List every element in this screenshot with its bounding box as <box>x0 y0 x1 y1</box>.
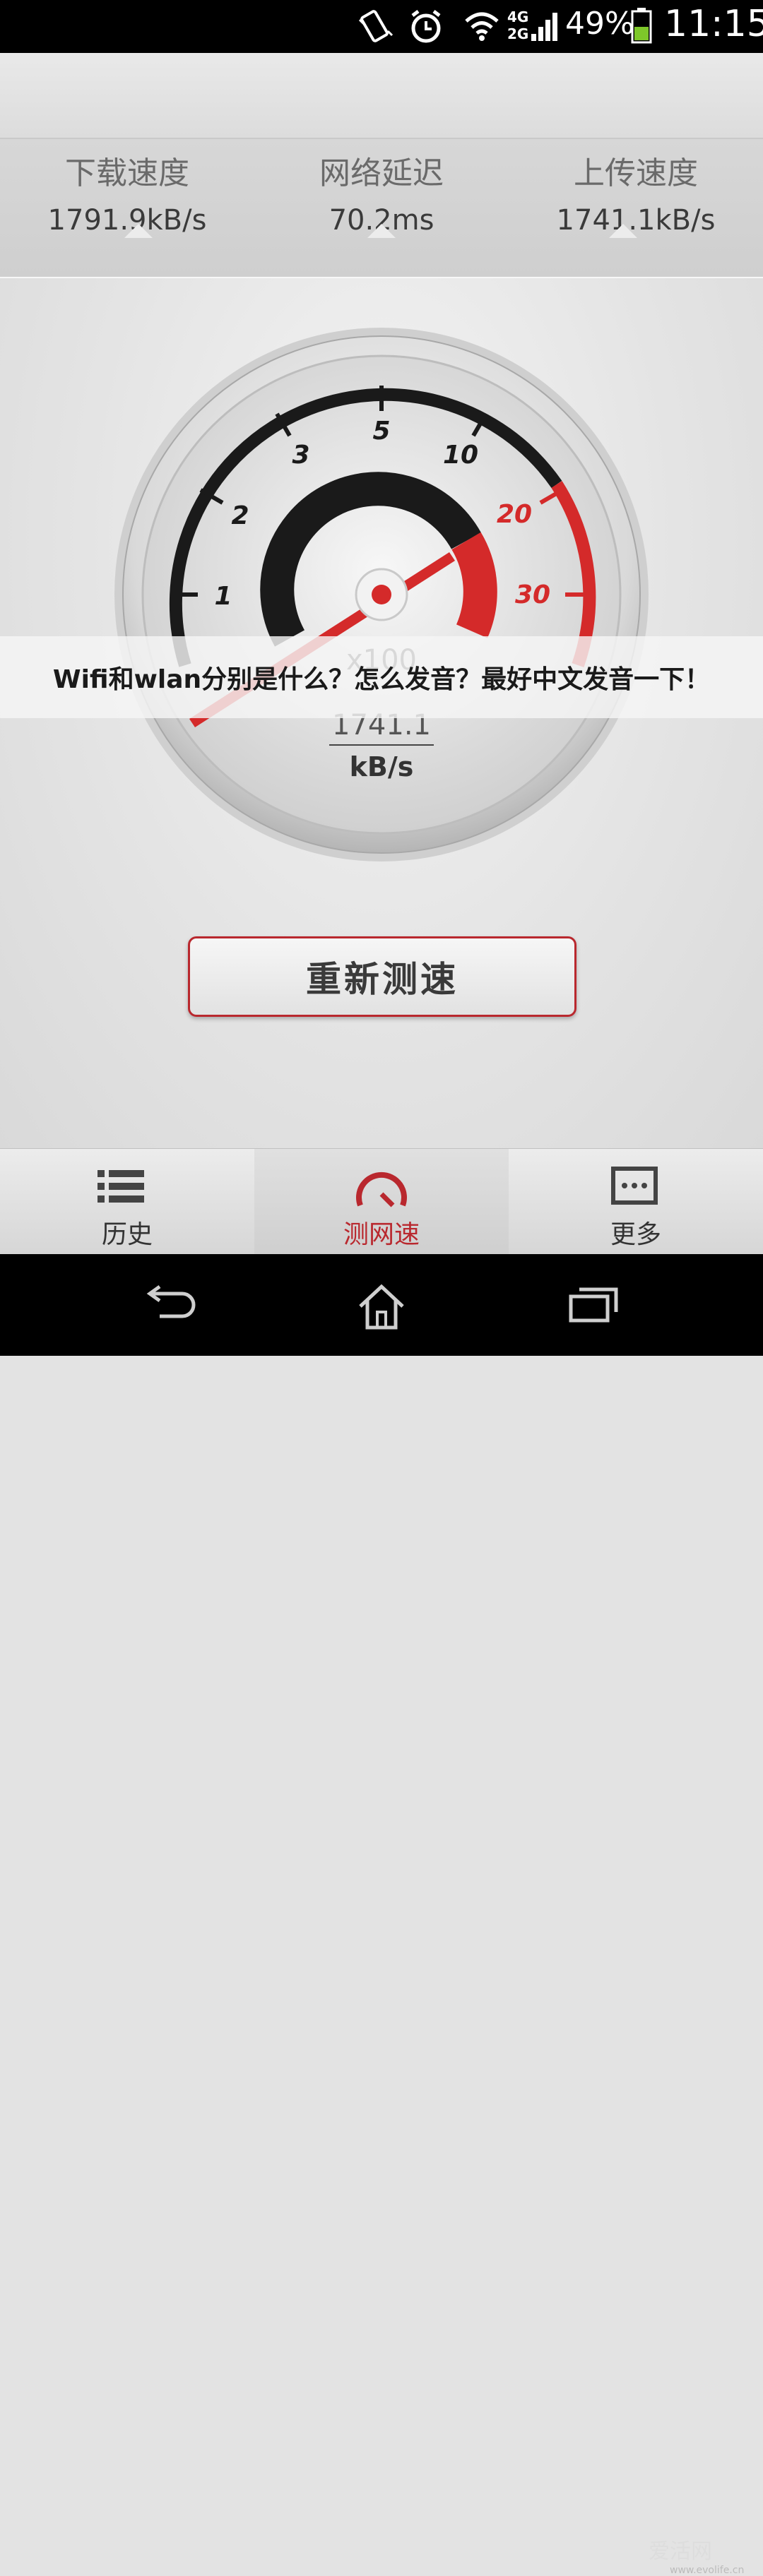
speedometer-icon <box>356 1171 407 1208</box>
stat-latency: 网络延迟 70.2ms <box>254 139 509 238</box>
watermark-url: www.evolife.cn <box>670 2565 745 2576</box>
stat-label: 网络延迟 <box>319 155 444 191</box>
scale-label: 30 <box>515 580 550 609</box>
status-bar: 4G 2G 49% 11:15 <box>0 0 763 53</box>
battery-icon <box>631 8 652 44</box>
watermark: 爱活网 www.evolife.cn <box>649 2534 744 2576</box>
tab-more[interactable]: 更多 <box>509 1149 763 1255</box>
scale-label: 10 <box>443 441 478 470</box>
stat-download: 下载速度 1791.9kB/s <box>0 139 254 238</box>
header-band <box>0 53 763 139</box>
wifi-icon <box>465 12 499 41</box>
stat-pointer <box>609 224 637 238</box>
scale-label: 20 <box>497 500 532 529</box>
tab-label: 测网速 <box>343 1220 420 1249</box>
tab-label: 历史 <box>101 1220 153 1249</box>
stat-pointer <box>124 224 153 238</box>
alarm-icon <box>411 10 441 43</box>
gauge-unit: kB/s <box>349 751 414 782</box>
tab-label: 更多 <box>610 1220 661 1249</box>
more-icon <box>611 1167 658 1205</box>
back-icon[interactable] <box>141 1282 198 1325</box>
retest-button[interactable]: 重新测速 <box>188 936 576 1017</box>
scale-label: 1 <box>214 582 232 611</box>
needle-cap <box>372 585 391 604</box>
tab-history[interactable]: 历史 <box>0 1149 254 1255</box>
speed-gauge: 1 2 3 5 10 20 30 x100 <box>114 328 649 861</box>
question-caption: Wifi和wlan分别是什么？怎么发音？最好中文发音一下！ <box>0 636 763 718</box>
stat-label: 上传速度 <box>574 155 698 191</box>
signal-bars-icon <box>531 13 557 41</box>
battery-percent: 49% <box>565 6 634 42</box>
network-indicator: 4G 2G <box>507 10 558 42</box>
network-type-label-bottom: 2G <box>507 25 529 42</box>
stat-upload: 上传速度 1741.1kB/s <box>509 139 763 238</box>
scale-label: 3 <box>292 441 309 470</box>
vibrate-icon <box>358 10 394 42</box>
clock: 11:15 <box>664 3 763 45</box>
stat-label: 下载速度 <box>65 155 189 191</box>
system-nav-bar: 爱活网 www.evolife.cn <box>0 1254 763 2576</box>
stats-panel: 下载速度 1791.9kB/s 网络延迟 70.2ms 上传速度 1741.1k… <box>0 139 763 278</box>
tab-speed-test[interactable]: 测网速 <box>254 1149 509 1255</box>
scale-label: 5 <box>372 417 390 446</box>
stat-pointer <box>367 224 396 238</box>
bottom-tab-bar: 历史 测网速 更多 <box>0 1148 763 1255</box>
gauge-divider <box>329 744 434 746</box>
recent-apps-icon[interactable] <box>565 1282 622 1325</box>
home-icon[interactable] <box>353 1282 410 1332</box>
list-icon <box>97 1170 144 1203</box>
inner-dial-red <box>451 532 497 638</box>
network-type-label-top: 4G <box>507 8 529 25</box>
watermark-text: 爱活网 <box>649 2539 712 2564</box>
scale-label: 2 <box>231 501 249 530</box>
